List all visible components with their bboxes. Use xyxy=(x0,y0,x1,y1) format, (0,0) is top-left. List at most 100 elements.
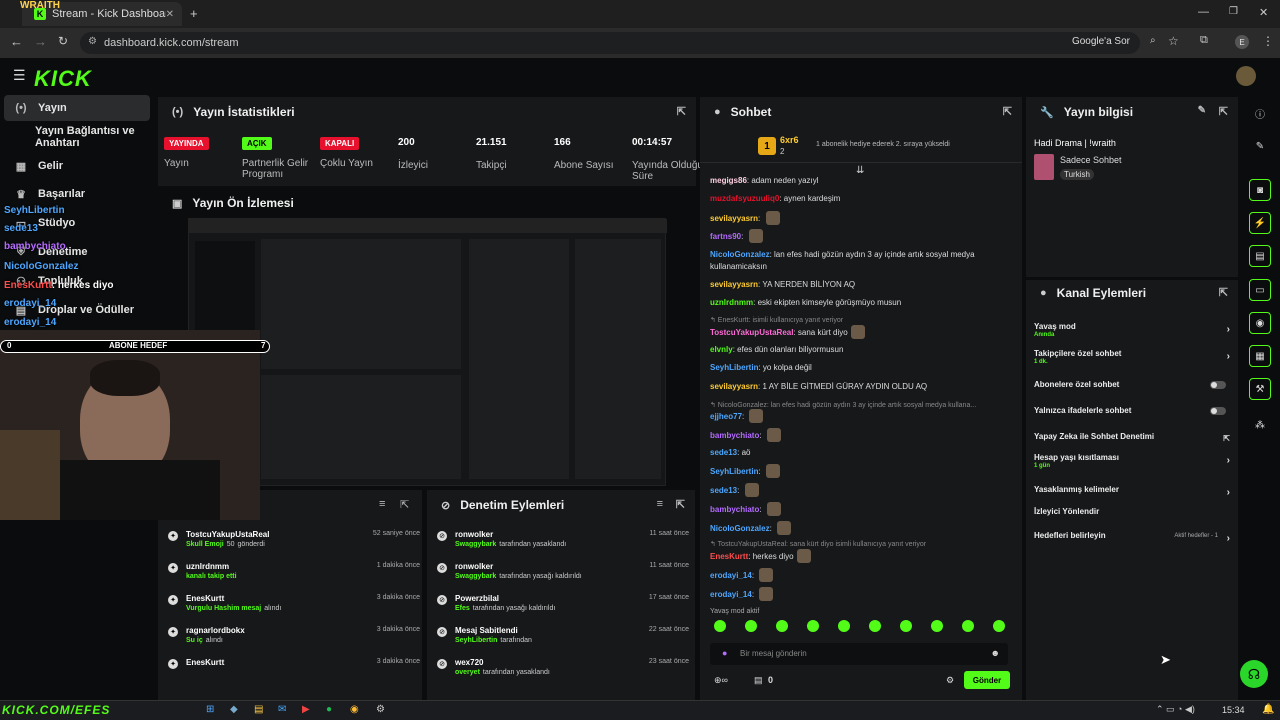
site-info-icon[interactable]: ⚙ xyxy=(88,36,97,47)
emote-button[interactable] xyxy=(993,620,1005,632)
chat-message[interactable]: fartns90: xyxy=(710,229,1010,243)
sidebar-item[interactable]: (•) Yayın xyxy=(4,95,150,121)
activity-user[interactable]: ragnarlordbokx xyxy=(186,626,245,635)
moderation-item[interactable]: ⊘ Mesaj Sabitlendi 22 saat önce SeyhLiberti… xyxy=(437,626,689,656)
google-lens-button[interactable]: Google'a Sor xyxy=(1072,36,1130,47)
chat-username[interactable]: megigs86 xyxy=(710,176,747,185)
channel-action[interactable]: Yavaş mod Anında › xyxy=(1034,322,1230,338)
send-button[interactable]: Gönder xyxy=(964,671,1010,689)
chat-username[interactable]: sevilayyasrn xyxy=(710,280,758,289)
chat-message[interactable]: sevilayyasrn: xyxy=(710,211,1010,225)
chat-message[interactable]: sevilayyasrn: 1 AY BİLE GİTMEDİ GÜRAY AY… xyxy=(710,381,1010,392)
filter-icon[interactable]: ≡ xyxy=(379,498,385,510)
taskbar-app-icon[interactable]: ✉ xyxy=(278,704,286,715)
channel-action[interactable]: Yapay Zeka ile Sohbet Denetimi ⇱ xyxy=(1034,432,1230,443)
tray-icons[interactable]: ⌃ ▭ ◔ ◀) xyxy=(1156,704,1195,715)
popout-icon[interactable]: ⇱ xyxy=(1003,105,1012,118)
chat-username[interactable]: ejjheo77 xyxy=(710,412,742,421)
chat-message[interactable]: kullanamicaksın xyxy=(710,261,1010,272)
edit-icon[interactable]: ✎ xyxy=(1198,105,1206,116)
chat-bubble-icon[interactable]: ▭ xyxy=(1249,279,1271,301)
chat-username[interactable]: sede13 xyxy=(710,486,737,495)
emote-button[interactable] xyxy=(900,620,912,632)
activity-item[interactable]: ✦ EnesKurtt 3 dakika önce Vurgulu Hashim me… xyxy=(168,594,420,624)
chevron-right-icon[interactable]: › xyxy=(1227,324,1230,335)
chat-message[interactable]: sede13: aö xyxy=(710,447,1010,458)
broadcast-icon[interactable]: ◉ xyxy=(1249,312,1271,334)
mic-icon[interactable]: ● xyxy=(722,648,727,658)
gift-box-icon[interactable]: ▦ xyxy=(1249,345,1271,367)
sidebar-item[interactable]: ♛ Başarılar xyxy=(4,181,150,207)
zoom-icon[interactable]: ⌕ xyxy=(1150,35,1156,46)
chat-username[interactable]: SeyhLibertin xyxy=(710,363,758,372)
toggle-switch[interactable] xyxy=(1210,381,1226,389)
popout-icon[interactable]: ⇱ xyxy=(1219,105,1228,118)
back-icon[interactable]: ← xyxy=(10,34,23,49)
chat-username[interactable]: EnesKurtt xyxy=(710,552,748,561)
chat-message[interactable]: elvnly: efes dün olanları biliyormusun xyxy=(710,344,1010,355)
chat-username[interactable]: NicoloGonzalez xyxy=(710,250,770,259)
camera-icon[interactable]: ◙ xyxy=(1249,179,1271,201)
emote-button[interactable] xyxy=(838,620,850,632)
wrench-icon[interactable]: ⚒ xyxy=(1249,378,1271,400)
activity-item[interactable]: ✦ ragnarlordbokx 3 dakika önce Su iç alındı xyxy=(168,626,420,656)
emote-button[interactable] xyxy=(869,620,881,632)
chat-message[interactable]: SeyhLibertin: xyxy=(710,464,1010,478)
chat-message[interactable]: erodayi_14: xyxy=(710,568,1010,582)
chat-username[interactable]: erodayi_14 xyxy=(710,571,752,580)
chevron-right-icon[interactable]: › xyxy=(1227,351,1230,362)
browser-menu-icon[interactable]: ⋮ xyxy=(1262,34,1274,48)
chat-message[interactable]: erodayi_14: xyxy=(710,587,1010,601)
taskbar-app-icon[interactable]: ⚙ xyxy=(376,704,385,715)
list-icon[interactable]: ▤ xyxy=(1249,245,1271,267)
moderation-target[interactable]: ronwolker xyxy=(455,530,493,539)
extensions-icon[interactable]: ⧉ xyxy=(1200,34,1208,47)
activity-item[interactable]: ✦ EnesKurtt 3 dakika önce xyxy=(168,658,420,688)
new-tab-icon[interactable]: + xyxy=(190,6,198,21)
filter-icon[interactable]: ≡ xyxy=(657,498,663,510)
chat-input[interactable]: ● Bir mesaj gönderin ☻ xyxy=(710,643,1008,665)
lightning-icon[interactable]: ⚡ xyxy=(1249,212,1271,234)
emote-button[interactable] xyxy=(807,620,819,632)
gift-icon[interactable]: ▤ xyxy=(754,675,763,686)
chat-username[interactable]: elvnly xyxy=(710,345,733,354)
chat-message[interactable]: bambychiato: xyxy=(710,502,1010,516)
activity-item[interactable]: ✦ TostcuYakupUstaReal 52 saniye önce Skull … xyxy=(168,530,420,560)
kick-logo[interactable]: KICK xyxy=(34,66,92,92)
hamburger-menu-icon[interactable]: ☰ xyxy=(13,67,26,84)
popout-icon[interactable]: ⇱ xyxy=(1219,286,1228,299)
channel-action[interactable]: Hesap yaşı kısıtlaması 1 gün › xyxy=(1034,453,1230,469)
chat-username[interactable]: bambychiato xyxy=(710,505,759,514)
popout-icon[interactable]: ⇱ xyxy=(400,498,409,511)
windows-start-icon[interactable]: ⊞ xyxy=(206,704,214,715)
chat-username[interactable]: sede13 xyxy=(710,448,737,457)
channel-action[interactable]: Hedefleri belirleyin › Aktif hedefler - 1 xyxy=(1034,531,1230,544)
moderation-target[interactable]: Mesaj Sabitlendi xyxy=(455,626,518,635)
chevron-right-icon[interactable]: › xyxy=(1227,487,1230,498)
forward-icon[interactable]: → xyxy=(34,34,47,49)
reload-icon[interactable]: ↻ xyxy=(58,34,68,48)
channel-action[interactable]: Abonelere özel sohbet xyxy=(1034,380,1230,389)
minimize-icon[interactable]: — xyxy=(1198,6,1209,18)
restore-icon[interactable]: ❐ xyxy=(1229,6,1238,17)
moderation-item[interactable]: ⊘ Powerzbilal 17 saat önce Efes tarafından y… xyxy=(437,594,689,624)
toggle-switch[interactable] xyxy=(1210,407,1226,415)
spotify-icon[interactable]: ● xyxy=(326,704,332,715)
emote-button[interactable] xyxy=(714,620,726,632)
activity-user[interactable]: uznlrdnmm xyxy=(186,562,229,571)
pencil-icon[interactable]: ✎ xyxy=(1249,135,1271,157)
chat-message[interactable]: muzdafsyuzuuliq0: aynen kardeşim xyxy=(710,193,1010,204)
url-field[interactable]: ⚙ dashboard.kick.com/stream Google'a Sor xyxy=(80,32,1140,54)
moderation-item[interactable]: ⊘ ronwolker 11 saat önce Swaggybark tarafınd… xyxy=(437,530,689,560)
taskbar-app-icon[interactable]: ▤ xyxy=(254,704,263,715)
chat-message[interactable]: uznlrdnmm: eski ekipten kimseyle görüşmü… xyxy=(710,297,1010,308)
chat-message[interactable]: EnesKurtt: herkes diyo xyxy=(710,549,1010,563)
chat-settings-icon[interactable]: ⚙ xyxy=(946,675,954,686)
activity-user[interactable]: TostcuYakupUstaReal xyxy=(186,530,269,539)
chat-message[interactable]: TostcuYakupUstaReal: sana kürt diyo xyxy=(710,325,1010,339)
chat-message[interactable]: sevilayyasrn: YA NERDEN BİLİYON AQ xyxy=(710,279,1010,290)
external-link-icon[interactable]: ⇱ xyxy=(1223,434,1230,443)
dots-icon[interactable]: ⁂ xyxy=(1249,414,1271,436)
chat-username[interactable]: NicoloGonzalez xyxy=(710,524,770,533)
emote-button[interactable] xyxy=(745,620,757,632)
